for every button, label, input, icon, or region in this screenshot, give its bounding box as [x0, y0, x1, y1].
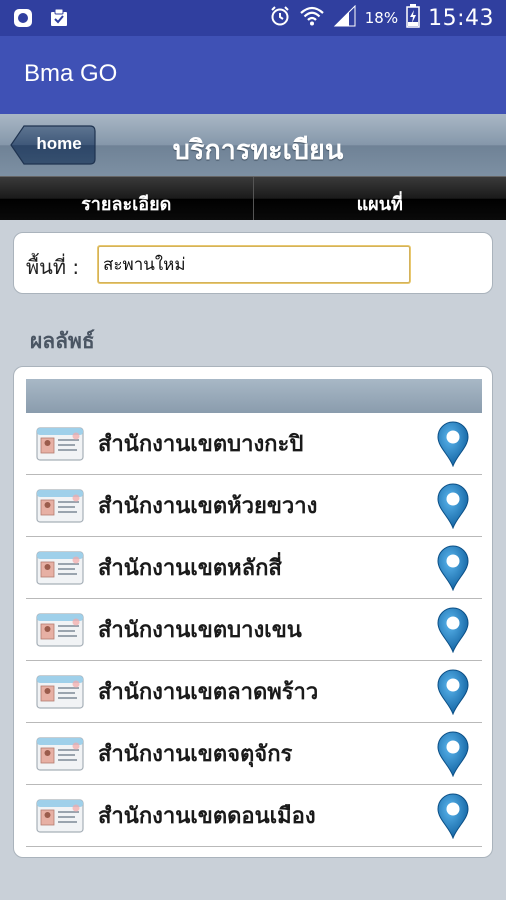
result-row[interactable]: สำนักงานเขตบางเขน	[26, 599, 482, 661]
area-label: พื้นที่ :	[26, 255, 80, 279]
id-card-icon	[36, 736, 84, 771]
result-row[interactable]: สำนักงานเขตห้วยขวาง	[26, 475, 482, 537]
map-pin-icon[interactable]	[436, 607, 470, 653]
result-row[interactable]: สำนักงานเขตจตุจักร	[26, 723, 482, 785]
wifi-icon	[299, 5, 325, 31]
result-row[interactable]: สำนักงานเขตลาดพร้าว	[26, 661, 482, 723]
results-card: สำนักงานเขตบางกะปิ สำนักงานเขตห้วยขวาง ส…	[13, 366, 493, 858]
map-pin-icon[interactable]	[436, 545, 470, 591]
map-pin-icon[interactable]	[436, 421, 470, 467]
result-row-label: สำนักงานเขตหลักสี่	[98, 556, 282, 581]
id-card-icon	[36, 550, 84, 585]
map-pin-icon[interactable]	[436, 731, 470, 777]
result-row-label: สำนักงานเขตบางกะปิ	[98, 432, 304, 457]
results-heading: ผลลัพธ์	[30, 329, 95, 353]
alarm-icon	[269, 5, 291, 31]
tab-map[interactable]: แผนที่	[252, 177, 506, 220]
tab-bar: รายละเอียด แผนที่	[0, 176, 506, 220]
battery-percent: 18%	[364, 9, 399, 27]
map-pin-icon[interactable]	[436, 793, 470, 839]
id-card-icon	[36, 488, 84, 523]
clipboard-check-icon	[48, 7, 70, 29]
app-bar: Bma GO	[0, 36, 506, 114]
result-row-label: สำนักงานเขตดอนเมือง	[98, 804, 316, 829]
page-header: home บริการทะเบียน	[0, 114, 506, 176]
result-row[interactable]: สำนักงานเขตบางกะปิ	[26, 413, 482, 475]
tab-details[interactable]: รายละเอียด	[0, 177, 253, 220]
result-row-label: สำนักงานเขตลาดพร้าว	[98, 680, 319, 705]
app-title: Bma GO	[24, 60, 118, 87]
battery-icon	[406, 4, 420, 32]
area-input[interactable]	[98, 246, 410, 283]
clock: 15:43	[428, 5, 494, 31]
result-row-label: สำนักงานเขตห้วยขวาง	[98, 494, 318, 519]
status-bar: 18% 15:43	[0, 0, 506, 36]
signal-icon	[333, 4, 357, 31]
map-pin-icon[interactable]	[436, 669, 470, 715]
results-header-bar	[26, 379, 482, 413]
result-row-label: สำนักงานเขตบางเขน	[98, 618, 302, 643]
id-card-icon	[36, 426, 84, 461]
result-row-label: สำนักงานเขตจตุจักร	[98, 742, 293, 767]
id-card-icon	[36, 612, 84, 647]
result-row[interactable]: สำนักงานเขตหลักสี่	[26, 537, 482, 599]
area-card: พื้นที่ :	[13, 232, 493, 294]
id-card-icon	[36, 674, 84, 709]
results-list: สำนักงานเขตบางกะปิ สำนักงานเขตห้วยขวาง ส…	[26, 413, 482, 847]
id-card-icon	[36, 798, 84, 833]
map-pin-icon[interactable]	[436, 483, 470, 529]
page-title: บริการทะเบียน	[172, 135, 344, 166]
result-row[interactable]: สำนักงานเขตดอนเมือง	[26, 785, 482, 847]
app-circle-icon	[12, 7, 34, 29]
